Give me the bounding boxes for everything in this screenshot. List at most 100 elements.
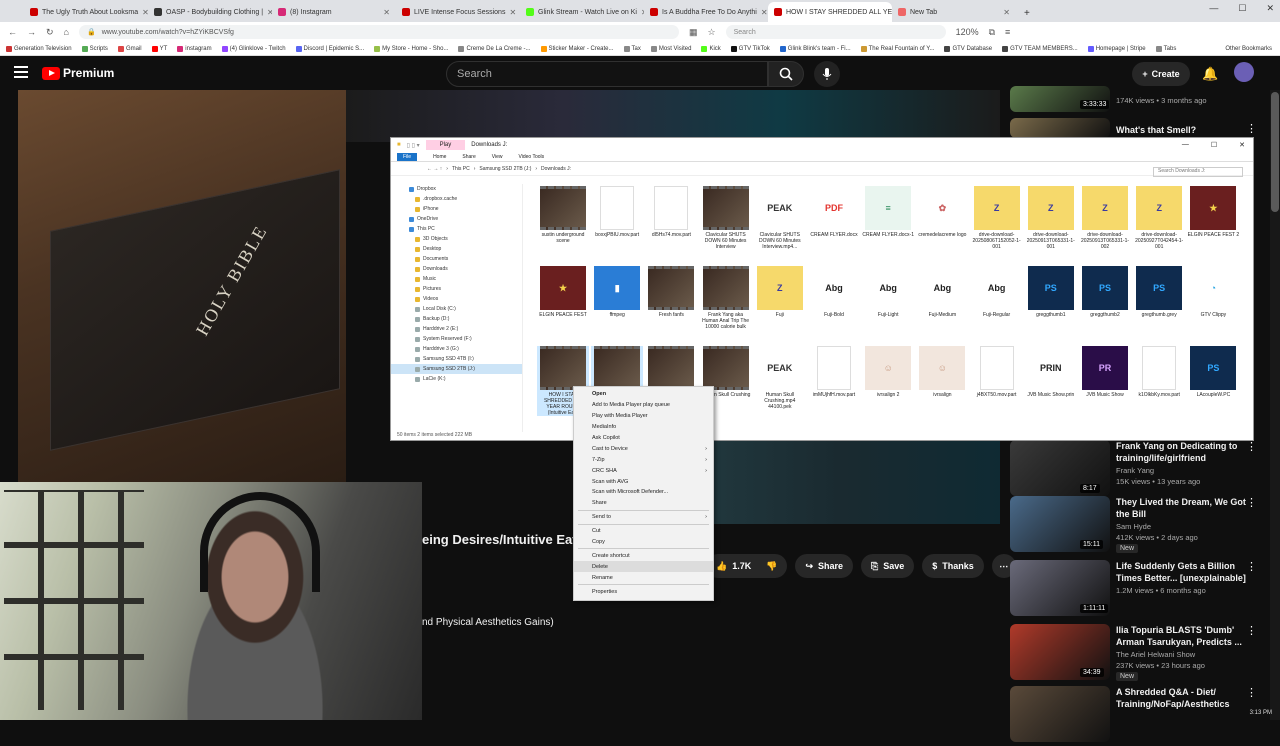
- bookmark-item[interactable]: Glink Blink's team - Fi...: [779, 45, 851, 52]
- nav-item[interactable]: Pictures: [391, 284, 522, 294]
- file-item[interactable]: PS LAcoupleW.PC: [1187, 346, 1239, 398]
- browser-tab[interactable]: Is A Buddha Free To Do Anythi ✕: [644, 2, 768, 22]
- file-item[interactable]: Frank Yang aka Human Anal Trip The 10000…: [700, 266, 752, 330]
- file-item[interactable]: Abg Fuji-Bold: [808, 266, 860, 318]
- nav-item[interactable]: This PC: [391, 224, 522, 234]
- maximize-icon[interactable]: ☐: [1238, 3, 1246, 14]
- bookmark-item[interactable]: GTV TikTok: [730, 45, 770, 52]
- video-frame-top[interactable]: [346, 90, 1000, 142]
- file-item[interactable]: Clavicular SHUTS DOWN 60 Minutes Intervi…: [700, 186, 752, 250]
- more-options-icon[interactable]: ⋮: [1246, 440, 1257, 453]
- context-menu-item[interactable]: Delete: [574, 561, 713, 573]
- more-options-icon[interactable]: ⋮: [1246, 560, 1257, 573]
- minimize-icon[interactable]: —: [1209, 3, 1218, 14]
- bookmark-item[interactable]: (4) Glinklove - Twitch: [221, 45, 286, 52]
- bookmark-star-icon[interactable]: ☆: [708, 27, 716, 38]
- extensions-icon[interactable]: ⧉: [989, 27, 995, 38]
- more-options-icon[interactable]: ⋮: [1246, 686, 1257, 699]
- ribbon-tab[interactable]: Home: [433, 154, 446, 160]
- more-options-icon[interactable]: ⋮: [1246, 122, 1257, 135]
- bookmark-item[interactable]: Homepage | Stripe: [1087, 45, 1146, 52]
- tab-close-icon[interactable]: ✕: [761, 8, 768, 17]
- nav-item[interactable]: Local Disk (C:): [391, 304, 522, 314]
- ribbon-tab[interactable]: View: [492, 154, 503, 160]
- bookmark-item[interactable]: Tax: [623, 45, 641, 52]
- sidebar-video[interactable]: 1:11:11 Life Suddenly Gets a Billion Time…: [1010, 560, 1266, 620]
- nav-arrows-icon[interactable]: ← → ↑: [427, 166, 442, 172]
- file-item[interactable]: PR JVB Music Show: [1079, 346, 1131, 398]
- nav-item[interactable]: Music: [391, 274, 522, 284]
- file-item[interactable]: Zdrive-download-20250913T065331-1-002: [1079, 186, 1131, 250]
- context-menu-item[interactable]: Share: [574, 498, 713, 509]
- file-item[interactable]: k1OlkbKy.mov.part: [1133, 346, 1185, 398]
- nav-item[interactable]: Backup (D:): [391, 314, 522, 324]
- sidebar-video[interactable]: 15:11 They Lived the Dream, We Got the Bi…: [1010, 496, 1266, 556]
- new-tab-icon[interactable]: +: [1016, 8, 1038, 22]
- context-menu-item[interactable]: Send to ›: [574, 512, 713, 523]
- sidebar-video[interactable]: 8:17 Frank Yang on Dedicating to training…: [1010, 440, 1266, 500]
- qr-icon[interactable]: ▦: [689, 27, 698, 38]
- other-bookmarks[interactable]: Other Bookmarks: [1225, 46, 1280, 52]
- more-options-icon[interactable]: ⋮: [1246, 624, 1257, 637]
- browser-tab[interactable]: The Ugly Truth About Looksma ✕: [24, 2, 148, 22]
- home-icon[interactable]: ⌂: [64, 27, 69, 37]
- channel-name[interactable]: The Ariel Helwani Show: [1116, 650, 1195, 659]
- context-menu-item[interactable]: Cut: [574, 526, 713, 537]
- video-title[interactable]: Frank Yang on Dedicating to training/lif…: [1116, 440, 1252, 464]
- bookmark-item[interactable]: The Real Fountain of Y...: [860, 45, 934, 52]
- zoom-level[interactable]: 120%: [956, 27, 979, 37]
- sidebar-video[interactable]: A Shredded Q&A - Diet/ Training/NoFap/Ae…: [1010, 686, 1266, 746]
- nav-item[interactable]: Videos: [391, 294, 522, 304]
- tab-close-icon[interactable]: ✕: [1003, 8, 1010, 17]
- bookmark-item[interactable]: Tabs: [1155, 45, 1176, 52]
- reload-icon[interactable]: ↻: [46, 27, 54, 38]
- context-menu-item[interactable]: Create shortcut: [574, 550, 713, 561]
- file-item[interactable]: imMUjhfH.mov.part: [808, 346, 860, 398]
- search-button[interactable]: [768, 61, 804, 87]
- nav-item[interactable]: Samsung SSD 4TB (I:): [391, 354, 522, 364]
- file-item[interactable]: Abg Fuji-Light: [862, 266, 914, 318]
- context-menu-item[interactable]: Add to Media Player play queue: [574, 400, 713, 411]
- file-item[interactable]: ≡ CREAM FLYER.docx-1: [862, 186, 914, 238]
- explorer-maximize-icon[interactable]: ☐: [1211, 141, 1217, 149]
- file-item[interactable]: ☺ ivrsalign 2: [862, 346, 914, 398]
- bookmark-item[interactable]: YT: [151, 45, 167, 52]
- path-segment[interactable]: Downloads J:: [541, 166, 571, 172]
- bookmark-item[interactable]: My Store - Home - Sho...: [374, 45, 448, 52]
- file-item[interactable]: dI5Hs74.mov.part: [645, 186, 697, 238]
- ribbon-tab[interactable]: File: [397, 152, 418, 161]
- nav-item[interactable]: System Reserved (F:): [391, 334, 522, 344]
- browser-tab[interactable]: (8) Instagram ✕: [272, 2, 396, 22]
- nav-item[interactable]: 3D Objects: [391, 234, 522, 244]
- scrollbar-thumb[interactable]: [1271, 92, 1279, 212]
- explorer-search-input[interactable]: Search Downloads J:: [1153, 167, 1243, 177]
- file-item[interactable]: PRIN JVB Music Show.prin: [1025, 346, 1077, 398]
- explorer-close-icon[interactable]: ✕: [1239, 141, 1245, 149]
- bookmark-item[interactable]: GTV Database: [944, 45, 992, 52]
- nav-item[interactable]: OneDrive: [391, 214, 522, 224]
- create-button[interactable]: + Create: [1132, 62, 1190, 86]
- file-item[interactable]: ★ ELGIN PEACE FEST 2: [1187, 186, 1239, 238]
- file-item[interactable]: Abg Fuji-Regular: [971, 266, 1023, 318]
- hamburger-menu-icon[interactable]: [14, 66, 28, 78]
- close-icon[interactable]: ✕: [1266, 3, 1274, 14]
- nav-item[interactable]: Harddrive 2 (E:): [391, 324, 522, 334]
- file-item[interactable]: Abg Fuji-Medium: [916, 266, 968, 318]
- context-menu-item[interactable]: 7-Zip ›: [574, 454, 713, 465]
- notifications-bell-icon[interactable]: 🔔: [1202, 66, 1218, 82]
- file-item[interactable]: PEAK Human Skull Crushing.mp4 44100.pek: [754, 346, 806, 410]
- bookmark-item[interactable]: Most Visited: [650, 45, 691, 52]
- thumbs-down-icon[interactable]: 👎: [766, 561, 777, 572]
- more-options-icon[interactable]: ⋮: [1246, 496, 1257, 509]
- file-item[interactable]: ☺ ivrsalign: [916, 346, 968, 398]
- bookmark-item[interactable]: Gmail: [117, 45, 142, 52]
- nav-item[interactable]: Dropbox: [391, 184, 522, 194]
- bookmark-item[interactable]: GTV TEAM MEMBERS...: [1002, 45, 1078, 52]
- nav-item[interactable]: Samsung SSD 2TB (J:): [391, 364, 522, 374]
- nav-item[interactable]: Desktop: [391, 244, 522, 254]
- file-item[interactable]: PS greggthumb2: [1079, 266, 1131, 318]
- address-bar[interactable]: 🔒 www.youtube.com/watch?v=hZYiKBCVSfg: [78, 25, 679, 39]
- nav-item[interactable]: Harddrive 3 (G:): [391, 344, 522, 354]
- path-segment[interactable]: This PC: [452, 166, 470, 172]
- browser-tab[interactable]: HOW I STAY SHREDDED ALL YE✕: [768, 2, 892, 22]
